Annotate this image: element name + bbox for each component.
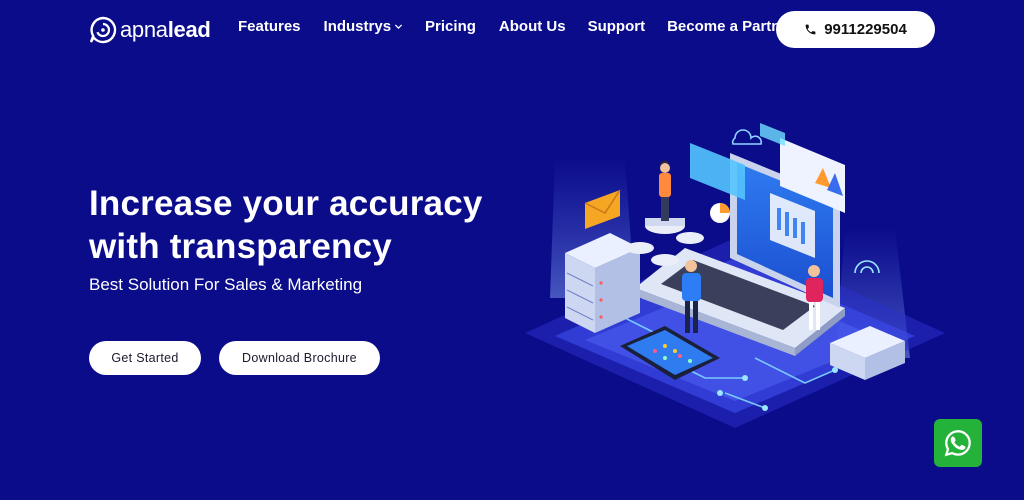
nav-support-label: Support — [587, 18, 646, 35]
whatsapp-icon — [944, 430, 971, 457]
nav-about-us[interactable]: About Us — [499, 18, 566, 35]
phone-number: 9911229504 — [824, 21, 907, 38]
nav-industrys-label: Industrys — [323, 18, 392, 35]
logo-text-light: apna — [120, 17, 168, 42]
download-brochure-button[interactable]: Download Brochure — [219, 341, 380, 375]
isometric-laptop-illustration — [525, 123, 945, 428]
logo[interactable]: apnalead — [88, 13, 211, 47]
nav-pricing-label: Pricing — [425, 18, 476, 35]
get-started-button[interactable]: Get Started — [89, 341, 201, 375]
floating-panel — [690, 143, 745, 200]
hero-title: Increase your accuracy with transparency — [89, 182, 529, 268]
phone-button[interactable]: 9911229504 — [776, 11, 935, 48]
hero-subtitle: Best Solution For Sales & Marketing — [89, 275, 363, 294]
nav-about-us-label: About Us — [498, 18, 566, 35]
cloud-icon — [731, 129, 763, 145]
whatsapp-button[interactable] — [934, 419, 982, 467]
hero-title-line-1: Increase your accuracy — [89, 184, 483, 223]
nav-features[interactable]: Features — [238, 18, 301, 35]
nav-pricing[interactable]: Pricing — [425, 18, 476, 35]
nav-support[interactable]: Support — [588, 18, 646, 35]
nav-industrys[interactable]: Industrys — [324, 18, 404, 35]
logo-text: apnalead — [120, 17, 211, 43]
person-standing-top — [645, 161, 685, 234]
hero-title-line-2: with transparency — [89, 227, 392, 266]
nav-features-label: Features — [238, 18, 301, 35]
phone-icon — [805, 24, 816, 35]
site-header: apnalead Features Industrys Pricing Abou… — [0, 0, 1024, 58]
chevron-down-icon — [394, 24, 403, 30]
logo-icon — [89, 16, 117, 44]
main-nav: Features Industrys Pricing About Us Supp… — [238, 18, 795, 35]
logo-text-bold: lead — [167, 17, 211, 42]
